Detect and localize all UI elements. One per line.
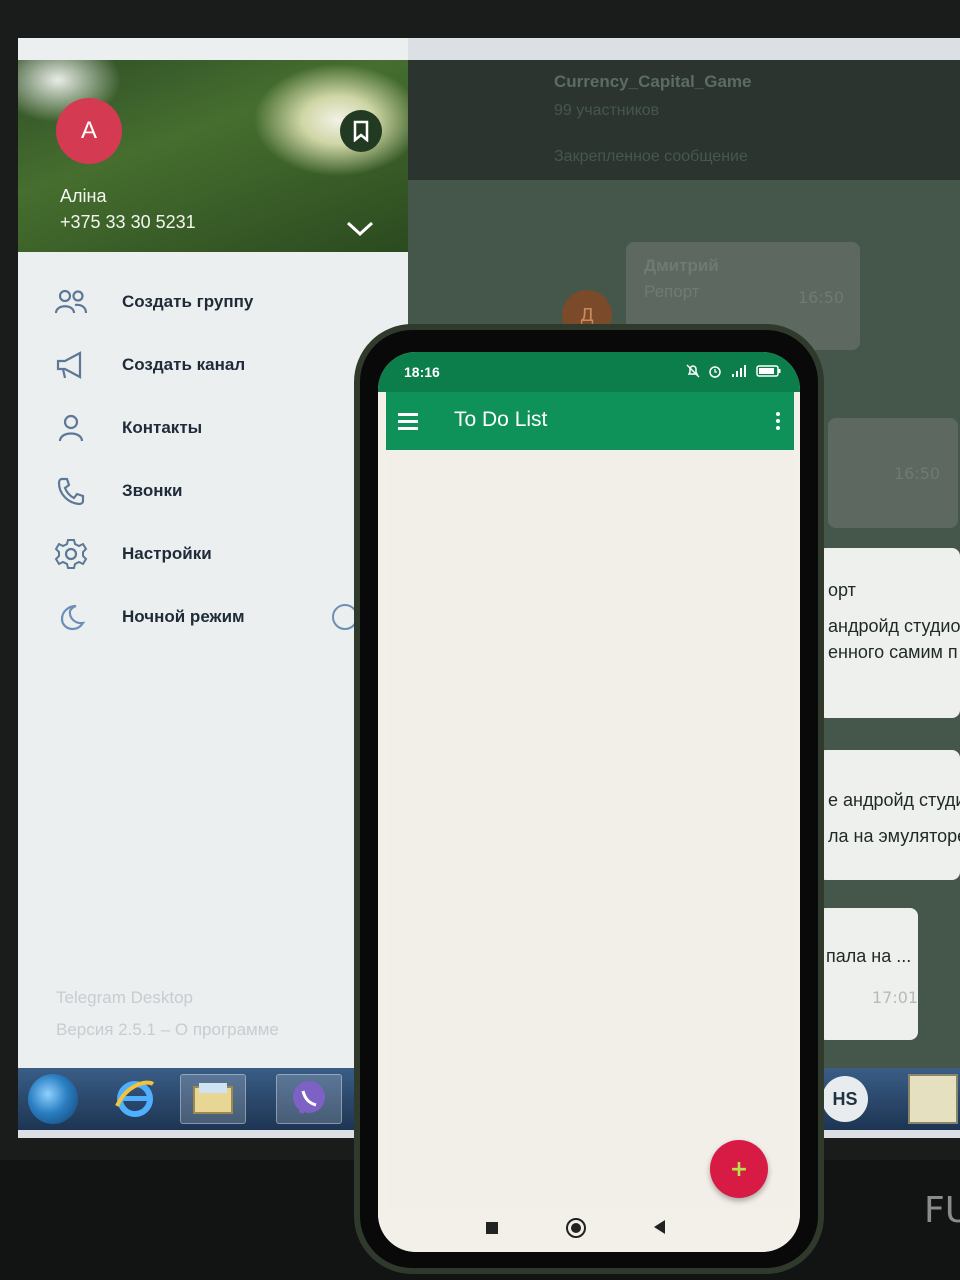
drawer-header: A Аліна +375 33 30 5231 [18, 60, 408, 252]
account-switch-button[interactable] [343, 216, 377, 242]
message-snippet: е андройд студи [828, 790, 960, 810]
home-button[interactable] [566, 1218, 586, 1238]
menu-item-calls[interactable]: Звонки [18, 459, 408, 522]
folder-icon [193, 1083, 233, 1114]
plus-icon: + [729, 1156, 749, 1182]
android-navigation-bar [378, 1210, 800, 1252]
status-icons [686, 364, 782, 378]
chat-members: 99 участников [554, 102, 660, 119]
menu-label: Контакты [122, 417, 203, 437]
overflow-menu-icon[interactable] [770, 406, 786, 436]
chat-header[interactable]: Currency_Capital_Game 99 участников Закр… [408, 60, 960, 180]
menu-label: Звонки [122, 480, 183, 500]
todo-list-content [386, 450, 794, 1210]
menu-item-contacts[interactable]: Контакты [18, 396, 408, 459]
taskbar-explorer[interactable] [180, 1074, 246, 1124]
group-icon [52, 283, 90, 321]
menu-label: Создать группу [122, 291, 254, 311]
taskbar-cpp-app[interactable] [908, 1074, 958, 1124]
photo-scene: A Аліна +375 33 30 5231 Создать группу С… [0, 0, 960, 1280]
chevron-down-icon [346, 221, 374, 237]
hamburger-menu-icon[interactable] [398, 406, 428, 436]
viber-icon [293, 1081, 325, 1114]
status-time: 18:16 [404, 364, 440, 380]
menu-item-settings[interactable]: Настройки [18, 522, 408, 585]
footer-version[interactable]: Версия 2.5.1 – О программе [56, 1020, 279, 1040]
message-bubble [818, 908, 918, 1040]
back-button[interactable] [654, 1220, 665, 1234]
user-avatar[interactable]: A [56, 98, 122, 164]
internet-explorer-icon [115, 1080, 155, 1117]
footer-app-name[interactable]: Telegram Desktop [56, 988, 193, 1008]
app-toolbar: To Do List [386, 392, 794, 450]
phone-screen: 18:16 To Do List + [378, 352, 800, 1252]
battery-icon [756, 365, 781, 377]
monitor-brand: FU [924, 1190, 960, 1231]
taskbar-internet-explorer[interactable] [102, 1074, 168, 1124]
pinned-message[interactable]: Закрепленное сообщение [554, 148, 748, 166]
message-snippet: орт [828, 580, 856, 600]
android-phone: 18:16 To Do List + [354, 324, 824, 1274]
phone-icon [52, 472, 90, 510]
message-bubble [818, 750, 960, 880]
mute-icon [686, 364, 700, 378]
contact-icon [52, 409, 90, 447]
moon-icon [52, 598, 90, 636]
menu-item-create-channel[interactable]: Создать канал [18, 333, 408, 396]
user-phone: +375 33 30 5231 [60, 212, 196, 232]
message-time: 17:01 [872, 988, 919, 1007]
alarm-icon [709, 366, 721, 378]
taskbar-viber[interactable] [276, 1074, 342, 1124]
chat-title: Currency_Capital_Game [554, 72, 752, 91]
user-name: Аліна [60, 186, 107, 206]
status-bar: 18:16 [378, 352, 800, 392]
recents-button[interactable] [486, 1222, 498, 1234]
sender-name: Дмитрий [644, 256, 719, 275]
telegram-drawer: A Аліна +375 33 30 5231 Создать группу С… [18, 38, 408, 1068]
drawer-menu: Создать группу Создать канал Контакты Зв… [18, 270, 408, 648]
message-snippet: енного самим п [828, 642, 958, 662]
app-title: To Do List [454, 408, 548, 431]
menu-item-create-group[interactable]: Создать группу [18, 270, 408, 333]
message-time: 16:50 [798, 288, 845, 307]
menu-label: Создать канал [122, 354, 246, 374]
gear-icon [52, 535, 90, 573]
signal-icon [732, 365, 746, 377]
saved-messages-button[interactable] [340, 110, 382, 152]
reply-text: Репорт [644, 282, 700, 301]
menu-label: Ночной режим [122, 606, 245, 626]
menu-item-night-mode[interactable]: Ночной режим [18, 585, 408, 648]
message-time: 16:50 [894, 464, 941, 483]
menu-label: Настройки [122, 543, 212, 563]
bookmark-icon [353, 120, 369, 142]
start-button[interactable] [28, 1074, 78, 1124]
message-snippet: пала на ... [826, 946, 912, 966]
message-snippet: ла на эмуляторе [828, 826, 960, 846]
taskbar-hs-app[interactable]: HS [822, 1076, 868, 1122]
megaphone-icon [52, 346, 90, 384]
add-task-button[interactable]: + [710, 1140, 768, 1198]
message-snippet: андройд студио [828, 616, 960, 636]
